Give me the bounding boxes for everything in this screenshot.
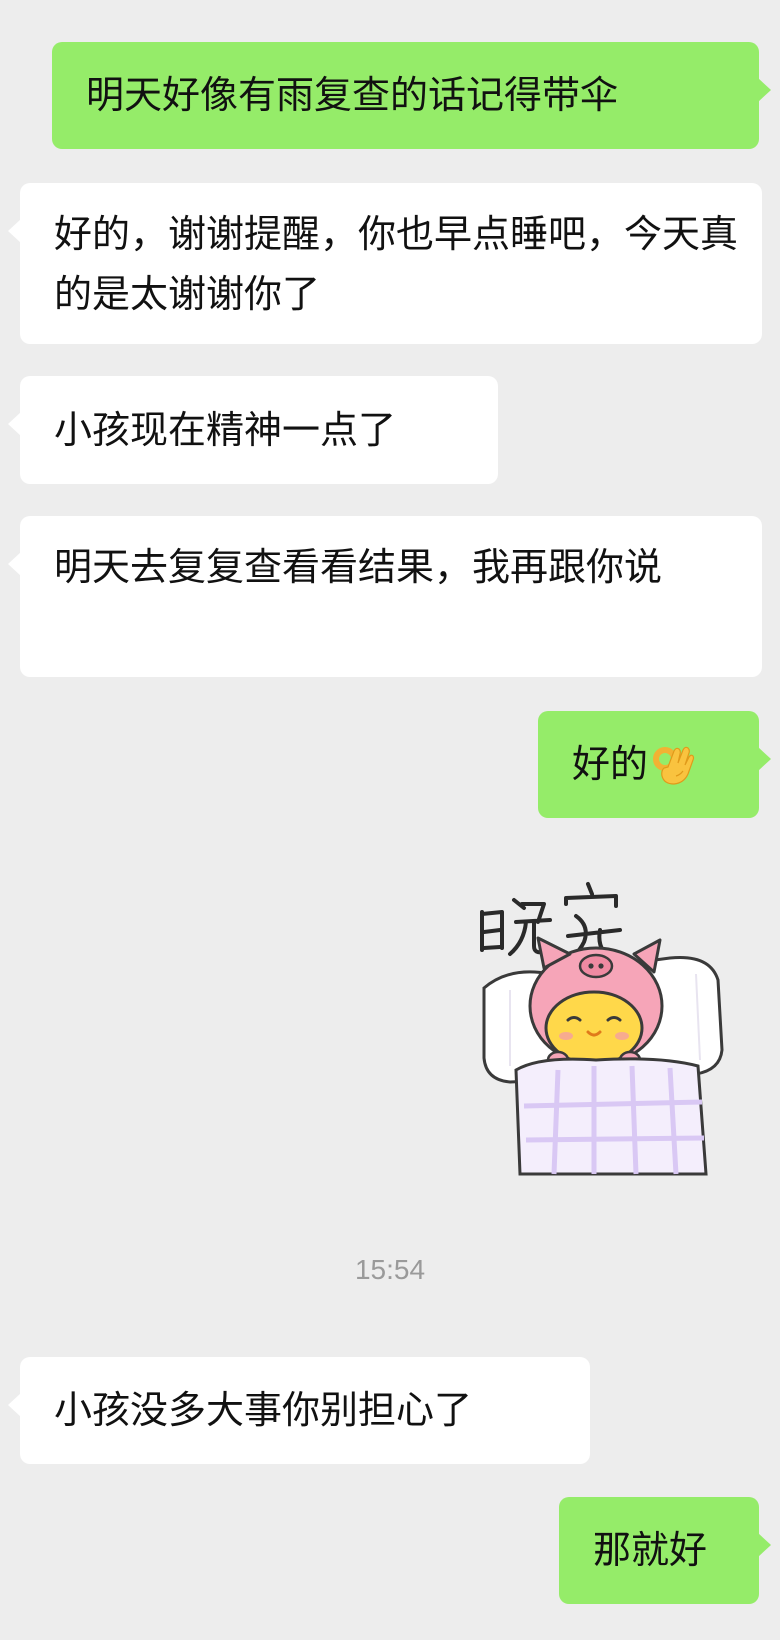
ok-hand-emoji-icon	[650, 741, 696, 787]
incoming-message-bubble[interactable]: 小孩没多大事你别担心了	[8, 1357, 590, 1464]
outgoing-message-bubble[interactable]: 明天好像有雨复查的话记得带伞	[52, 42, 771, 149]
incoming-message-bubble[interactable]: 好的，谢谢提醒，你也早点睡吧，今天真的是太谢谢你了	[8, 183, 762, 344]
message-text: 那就好	[593, 1528, 708, 1572]
incoming-message-bubble[interactable]: 明天去复复查看看结果，我再跟你说	[8, 516, 762, 677]
message-text: 小孩没多大事你别担心了	[54, 1388, 473, 1432]
good-night-sticker[interactable]	[470, 870, 740, 1176]
message-text: 小孩现在精神一点了	[54, 408, 397, 452]
message-text: 好的，谢谢提醒，你也早点睡吧，今天真的是太谢谢你了	[54, 212, 739, 316]
incoming-message-bubble[interactable]: 小孩现在精神一点了	[8, 376, 498, 484]
sleeping-pig-chick-sticker-icon	[480, 882, 724, 1176]
message-text: 明天好像有雨复查的话记得带伞	[86, 73, 619, 117]
chat-thread: 明天好像有雨复查的话记得带伞 好的，谢谢提醒，你也早点睡吧，今天真的是太谢谢你了…	[0, 0, 780, 1640]
message-text: 明天去复复查看看结果，我再跟你说	[54, 545, 663, 589]
message-timestamp: 15:54	[354, 1254, 426, 1285]
outgoing-message-bubble[interactable]: 那就好	[559, 1497, 771, 1604]
outgoing-message-bubble[interactable]: 好的	[538, 711, 771, 818]
message-text: 好的	[572, 742, 649, 786]
